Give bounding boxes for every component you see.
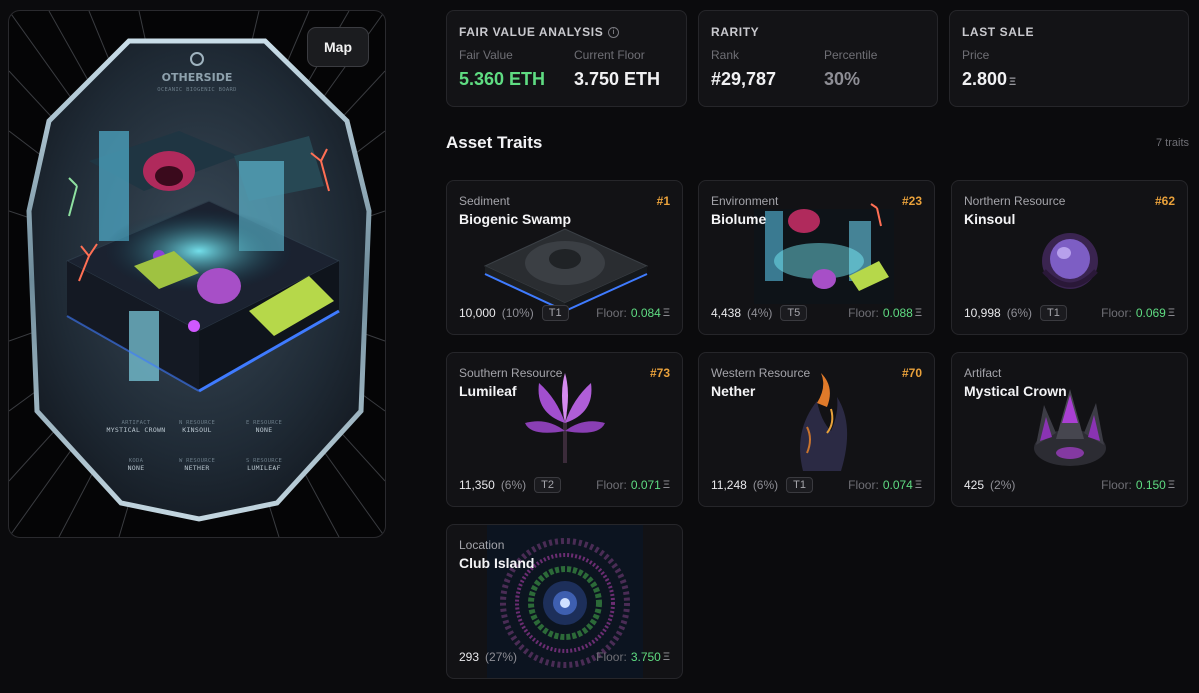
fair-value-amount: 5.360 ETH (459, 69, 546, 89)
floor-label: Floor: (848, 478, 879, 492)
floor-value: 3.750 (630, 650, 661, 664)
land-artwork-card: OTHERSIDE OCEANIC BIOGENIC BOARD ARTIFAC… (8, 10, 386, 538)
trait-card-sediment[interactable]: Sediment Biogenic Swamp #1 10,000 (10%) … (446, 180, 683, 335)
trait-name: Biogenic Swamp (459, 211, 572, 227)
trait-category: Location (459, 538, 505, 552)
eth-icon: Ξ (662, 307, 670, 319)
svg-text:KINSOUL: KINSOUL (182, 426, 212, 434)
trait-card-western-resource[interactable]: Western Resource Nether #70 11,248 (6%) … (698, 352, 935, 507)
rank-label: Rank (711, 48, 740, 62)
trait-name: Kinsoul (964, 211, 1016, 227)
tier-badge: T1 (541, 305, 569, 321)
floor-value: 0.150 (1135, 478, 1166, 492)
floor-value: 0.069 (1135, 306, 1166, 320)
floor-value: 0.071 (630, 478, 661, 492)
svg-text:NETHER: NETHER (184, 464, 209, 472)
section-title: Asset Traits (446, 133, 543, 152)
floor-value: 0.088 (882, 306, 913, 320)
eth-icon: Ξ (662, 651, 670, 663)
tier-badge: T5 (780, 305, 808, 321)
trait-count: 7 traits (1155, 137, 1189, 149)
fair-value-label: Fair Value (459, 48, 513, 62)
current-floor-amount: 3.750 ETH (574, 69, 661, 89)
fair-value-header: FAIR VALUE ANALYSIS (459, 25, 604, 39)
eth-icon: Ξ (914, 479, 922, 491)
trait-percent: (10%) (501, 306, 534, 320)
trait-name: Club Island (459, 555, 535, 571)
floor-label: Floor: (596, 306, 627, 320)
trait-percent: (6%) (752, 478, 779, 492)
info-icon[interactable]: i (608, 26, 620, 38)
trait-rank: #23 (901, 194, 922, 208)
trait-rank: #62 (1154, 194, 1175, 208)
last-sale-card: LAST SALE Price 2.800 Ξ (949, 10, 1189, 107)
trait-card-environment[interactable]: Environment Biolume #23 4,438 (4%) T5 Fl… (698, 180, 935, 335)
trait-category: Sediment (459, 194, 510, 208)
trait-count-value: 293 (459, 650, 480, 664)
svg-text:OCEANIC BIOGENIC BOARD: OCEANIC BIOGENIC BOARD (157, 87, 236, 93)
svg-text:NONE: NONE (256, 426, 273, 434)
eth-icon: Ξ (662, 479, 670, 491)
trait-count-value: 10,998 (964, 306, 1001, 320)
floor-label: Floor: (596, 650, 627, 664)
eth-icon: Ξ (1009, 76, 1017, 88)
trait-count-value: 11,248 (711, 478, 747, 492)
trait-card-southern-resource[interactable]: Southern Resource Lumileaf #73 11,350 (6… (446, 352, 683, 507)
map-button[interactable]: Map (307, 27, 369, 67)
floor-label: Floor: (848, 306, 879, 320)
price-amount: 2.800 (962, 69, 1008, 89)
trait-percent: (6%) (500, 478, 527, 492)
trait-category: Western Resource (711, 366, 811, 380)
trait-card-location[interactable]: Location Club Island 293 (27%) Floor: 3.… (446, 524, 683, 679)
rank-value: #29,787 (711, 69, 777, 89)
trait-percent: (6%) (1006, 306, 1033, 320)
price-label: Price (962, 48, 990, 62)
svg-text:LUMILEAF: LUMILEAF (247, 464, 281, 472)
tier-badge: T2 (534, 477, 561, 493)
svg-text:NONE: NONE (128, 464, 145, 472)
floor-value: 0.074 (882, 478, 913, 492)
trait-name: Lumileaf (459, 383, 517, 399)
trait-card-northern-resource[interactable]: Northern Resource Kinsoul #62 10,998 (6%… (951, 180, 1188, 335)
trait-category: Southern Resource (459, 366, 563, 380)
price-value: 2.800 Ξ (962, 69, 1016, 90)
floor-label: Floor: (596, 478, 627, 492)
svg-text:MYSTICAL CROWN: MYSTICAL CROWN (107, 426, 166, 434)
floor-value: 0.084 (630, 306, 661, 320)
trait-name: Nether (711, 383, 756, 399)
trait-name: Biolume (711, 211, 767, 227)
trait-category: Artifact (964, 366, 1002, 380)
floor-label: Floor: (1101, 478, 1132, 492)
trait-category: Northern Resource (964, 194, 1066, 208)
eth-icon: Ξ (1167, 307, 1175, 319)
trait-category: Environment (711, 194, 779, 208)
tier-badge: T1 (1040, 305, 1067, 321)
rarity-header: RARITY (711, 25, 760, 39)
svg-text:OTHERSIDE: OTHERSIDE (162, 71, 233, 84)
eth-icon: Ξ (1167, 479, 1175, 491)
trait-rank: #70 (901, 366, 922, 380)
percentile-label: Percentile (824, 48, 878, 62)
trait-name: Mystical Crown (964, 383, 1067, 399)
floor-label: Floor: (1101, 306, 1132, 320)
trait-count-value: 11,350 (459, 478, 495, 492)
trait-percent: (4%) (747, 306, 773, 320)
rarity-card: RARITY Rank Percentile #29,787 30% (698, 10, 938, 107)
trait-percent: (27%) (485, 650, 518, 664)
percentile-value: 30% (824, 69, 861, 89)
trait-count-value: 4,438 (711, 306, 742, 320)
trait-rank: #1 (656, 194, 670, 208)
land-artwork: OTHERSIDE OCEANIC BIOGENIC BOARD ARTIFAC… (9, 11, 385, 537)
trait-rank: #73 (649, 366, 670, 380)
current-floor-label: Current Floor (574, 48, 645, 62)
tier-badge: T1 (786, 477, 813, 493)
last-sale-header: LAST SALE (962, 25, 1035, 39)
fair-value-card: FAIR VALUE ANALYSIS i Fair Value Current… (446, 10, 687, 107)
eth-icon: Ξ (914, 307, 922, 319)
trait-count-value: 10,000 (459, 306, 496, 320)
trait-count-value: 425 (964, 478, 985, 492)
trait-percent: (2%) (990, 478, 1016, 492)
trait-card-artifact[interactable]: Artifact Mystical Crown 425 (2%) Floor: … (951, 352, 1188, 507)
